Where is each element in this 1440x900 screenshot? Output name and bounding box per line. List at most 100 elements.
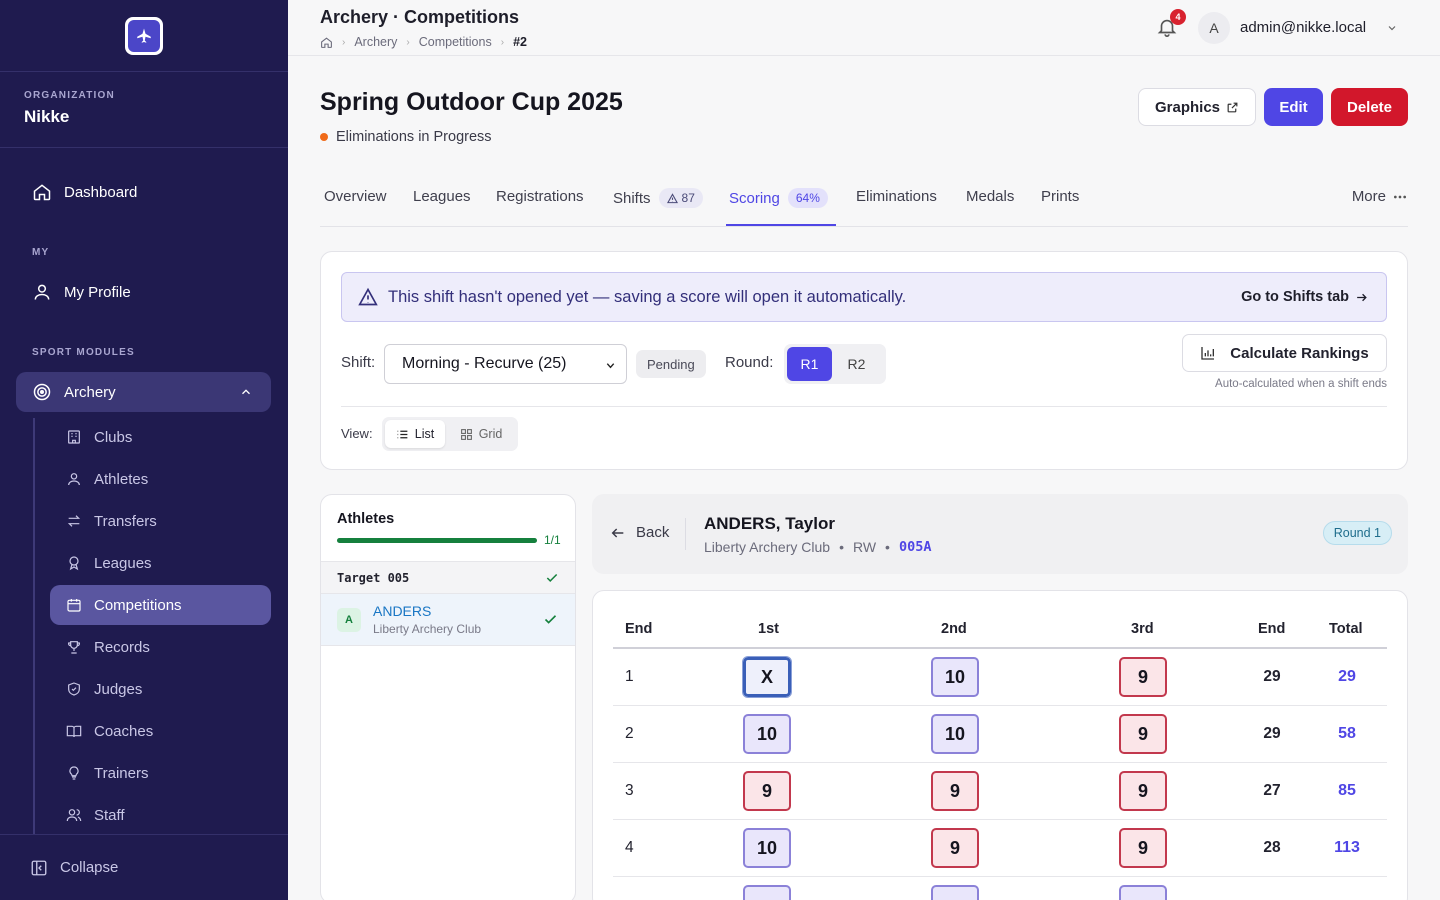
breadcrumb-separator: › <box>500 36 505 48</box>
notification-badge: 4 <box>1170 9 1186 25</box>
athlete-name: ANDERS, Taylor <box>704 514 835 533</box>
tab-shifts[interactable]: Shifts 87 <box>613 188 703 208</box>
tab-registrations[interactable]: Registrations <box>496 188 584 205</box>
arrow-score-input[interactable] <box>1119 885 1167 900</box>
column-header-2nd: 2nd <box>941 621 967 637</box>
go-to-shifts-label: Go to Shifts tab <box>1241 289 1349 305</box>
chevron-down-icon[interactable] <box>1386 22 1398 34</box>
column-header-1st: 1st <box>758 621 779 637</box>
tab-overview[interactable]: Overview <box>324 188 387 205</box>
user-icon <box>68 473 80 486</box>
arrow-score-input[interactable]: 10 <box>931 657 979 697</box>
tab-scoring[interactable]: Scoring 64% <box>729 188 828 208</box>
sidebar-item-staff[interactable]: Staff <box>50 795 271 835</box>
shifts-count: 87 <box>681 191 695 205</box>
arrow-score-input[interactable]: 9 <box>1119 657 1167 697</box>
arrow-score-input[interactable]: 9 <box>1119 828 1167 868</box>
running-total: 58 <box>1338 725 1356 742</box>
go-to-shifts-link[interactable]: Go to Shifts tab <box>1241 289 1368 305</box>
arrow-score-input[interactable] <box>931 885 979 900</box>
tab-prints[interactable]: Prints <box>1041 188 1079 205</box>
view-label: View: <box>341 426 373 441</box>
sidebar-item-label: Leagues <box>94 554 152 572</box>
sidebar-item-records[interactable]: Records <box>50 627 271 667</box>
delete-button[interactable]: Delete <box>1331 88 1408 126</box>
athlete-list-item[interactable]: A ANDERS Liberty Archery Club <box>321 594 575 646</box>
avatar[interactable]: A <box>1198 12 1230 44</box>
running-total: 85 <box>1338 782 1356 799</box>
arrow-score-input[interactable]: 9 <box>931 771 979 811</box>
arrow-score-input[interactable]: X <box>742 656 792 698</box>
sidebar-item-judges[interactable]: Judges <box>50 669 271 709</box>
home-icon[interactable] <box>320 36 333 49</box>
athlete-list-name: ANDERS <box>373 603 432 619</box>
sidebar-item-leagues[interactable]: Leagues <box>50 543 271 583</box>
list-icon <box>397 430 408 438</box>
user-icon <box>34 284 50 300</box>
sidebar-item-coaches[interactable]: Coaches <box>50 711 271 751</box>
arrow-score-input[interactable]: 9 <box>1119 771 1167 811</box>
grid-icon <box>460 428 472 440</box>
book-open-icon <box>66 725 82 738</box>
graphics-button[interactable]: Graphics <box>1138 88 1256 126</box>
sidebar-item-clubs[interactable]: Clubs <box>50 417 271 457</box>
tab-more-label: More <box>1351 188 1386 205</box>
breadcrumb-archery[interactable]: Archery <box>354 35 397 49</box>
org-logo[interactable] <box>125 16 163 55</box>
sidebar-item-competitions[interactable]: Competitions <box>50 585 271 625</box>
arrow-score-input[interactable]: 10 <box>743 714 791 754</box>
chevron-down-icon <box>606 363 615 369</box>
chevron-up-icon <box>242 389 250 395</box>
tab-medals[interactable]: Medals <box>966 188 1014 205</box>
nav-dashboard[interactable]: Dashboard <box>16 172 271 212</box>
trophy-icon <box>67 641 81 654</box>
view-list-label: List <box>414 427 435 441</box>
user-email[interactable]: admin@nikke.local <box>1240 19 1366 36</box>
round-label: Round: <box>725 354 774 371</box>
view-grid-option[interactable]: Grid <box>448 420 514 448</box>
column-header-end: End <box>625 621 653 637</box>
sidebar-item-label: Competitions <box>94 596 182 614</box>
edit-button[interactable]: Edit <box>1264 88 1323 126</box>
notice-text: This shift hasn't opened yet — saving a … <box>388 287 907 306</box>
home-icon <box>33 184 51 201</box>
back-button[interactable]: Back <box>610 524 669 541</box>
round-option-r2[interactable]: R2 <box>834 347 879 381</box>
tab-more[interactable]: More <box>1352 188 1408 205</box>
score-table: End 1st 2nd 3rd End Total 1 X 10 9 29 29 2 10 10… <box>592 590 1408 900</box>
back-label: Back <box>636 524 670 541</box>
tab-leagues[interactable]: Leagues <box>413 188 471 205</box>
arrow-score-input[interactable]: 10 <box>931 714 979 754</box>
arrow-score-input[interactable]: 9 <box>931 828 979 868</box>
round-option-r1[interactable]: R1 <box>787 347 832 381</box>
athlete-avatar: A <box>337 608 361 632</box>
sidebar-collapse-icon <box>31 860 47 875</box>
target-group-row[interactable]: Target 005 <box>321 561 575 594</box>
sidebar-item-trainers[interactable]: Trainers <box>50 753 271 793</box>
sidebar-item-athletes[interactable]: Athletes <box>50 459 271 499</box>
breadcrumb-competitions[interactable]: Competitions <box>419 35 492 49</box>
end-number: 2 <box>625 725 634 742</box>
calendar-icon <box>67 599 81 612</box>
breadcrumb: › Archery › Competitions › #2 <box>320 35 527 49</box>
athletes-progress-fill <box>337 538 537 543</box>
nav-my-profile[interactable]: My Profile <box>16 272 271 312</box>
org-name: Nikke <box>24 107 70 126</box>
nav-archery[interactable]: Archery <box>16 372 271 412</box>
bullet-separator: • <box>839 539 844 555</box>
view-list-option[interactable]: List <box>385 420 445 448</box>
view-toggle: List Grid <box>382 417 518 451</box>
arrow-score-input[interactable]: 10 <box>743 828 791 868</box>
arrow-score-input[interactable]: 9 <box>1119 714 1167 754</box>
collapse-label: Collapse <box>60 859 119 876</box>
shift-select[interactable]: Morning - Recurve (25) <box>384 344 627 384</box>
sidebar-item-transfers[interactable]: Transfers <box>50 501 271 541</box>
athletes-panel: Athletes 1/1 Target 005 A ANDERS Liberty… <box>320 494 576 900</box>
arrow-score-input[interactable]: 9 <box>743 771 791 811</box>
arrow-score-input[interactable] <box>743 885 791 900</box>
lightbulb-icon <box>69 766 79 780</box>
collapse-button[interactable]: Collapse <box>0 834 288 900</box>
calculate-rankings-button[interactable]: Calculate Rankings <box>1182 334 1387 372</box>
tab-eliminations[interactable]: Eliminations <box>856 188 937 205</box>
athlete-target-code: 005A <box>898 539 932 555</box>
